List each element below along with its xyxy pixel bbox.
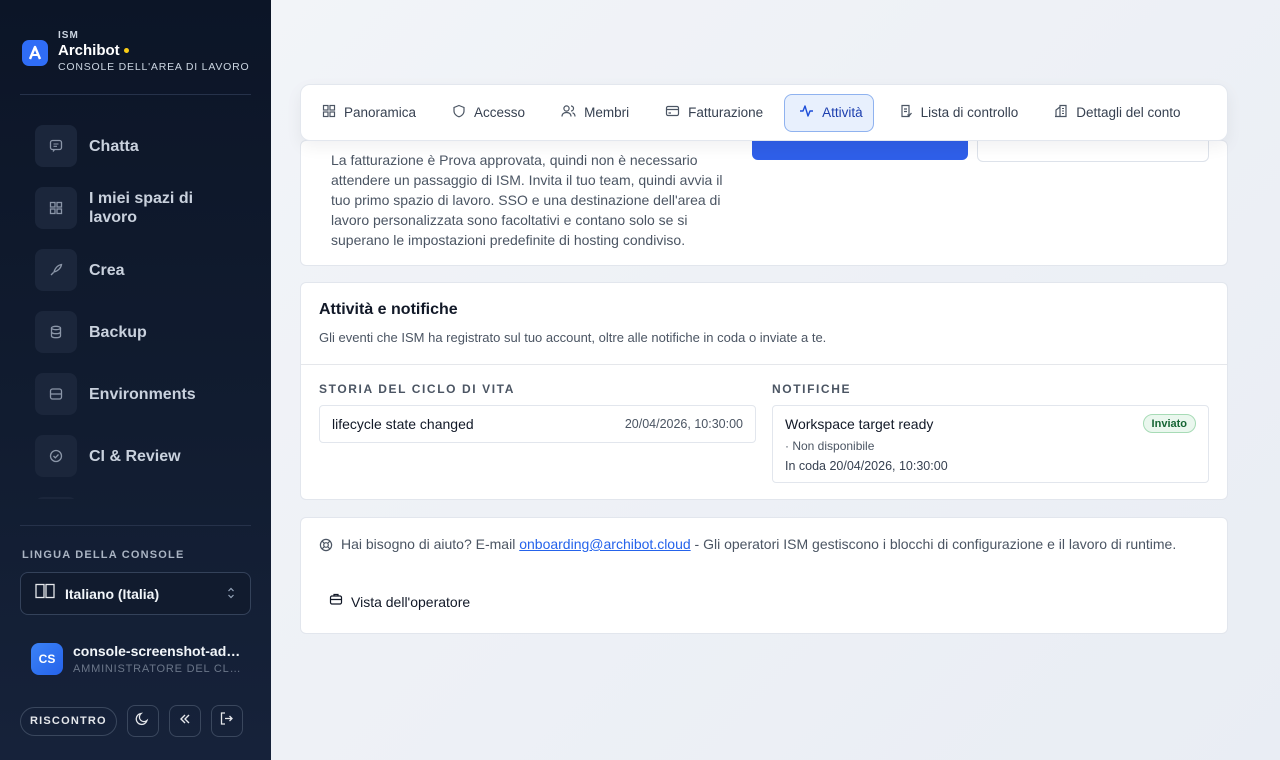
notifications-title: NOTIFICHE [772, 382, 852, 396]
credit-card-icon [665, 104, 680, 121]
help-message: Hai bisogno di aiuto? E-mail onboarding@… [319, 534, 1199, 557]
notification-status: · Non disponibile [785, 439, 875, 453]
divider [301, 364, 1227, 365]
brand[interactable]: ISM Archibot CONSOLE DELL'AREA DI LAVORO [22, 30, 249, 73]
primary-action-button[interactable] [752, 141, 968, 160]
avatar: CS [31, 643, 63, 675]
sidebar-nav: Chatta I miei spazi di lavoro Crea Backu… [20, 115, 251, 499]
lifecycle-title: STORIA DEL CICLO DI VITA [319, 382, 515, 396]
feedback-button[interactable]: RISCONTRO [20, 706, 117, 736]
billing-card: La fatturazione è Prova approvata, quind… [300, 140, 1228, 266]
sidebar-item-workspaces[interactable]: I miei spazi di lavoro [20, 177, 251, 239]
brand-org: ISM [58, 30, 79, 41]
logout-icon [219, 711, 234, 731]
grid-icon [322, 104, 336, 121]
building-icon [1054, 104, 1068, 121]
secondary-action-button[interactable] [977, 141, 1209, 162]
notification-item: Workspace target ready Inviato · Non dis… [772, 405, 1209, 483]
tab-label: Attività [822, 105, 863, 120]
sidebar: ISM Archibot CONSOLE DELL'AREA DI LAVORO… [0, 0, 271, 760]
chevrons-left-icon [178, 712, 192, 731]
lifecycle-event-date: 20/04/2026, 10:30:00 [624, 417, 743, 431]
language-title: LINGUA DELLA CONSOLE [22, 549, 185, 561]
briefcase-icon [329, 592, 343, 611]
theme-toggle-button[interactable] [126, 705, 159, 737]
user-profile[interactable]: CS console-screenshot-admin AMMINISTRATO… [31, 643, 241, 675]
book-icon [35, 583, 55, 604]
rocket-icon [35, 249, 77, 291]
sidebar-footer: RISCONTRO [20, 705, 243, 737]
grid-icon [35, 187, 77, 229]
help-card: Hai bisogno di aiuto? E-mail onboarding@… [300, 517, 1228, 634]
brand-name: Archibot [58, 42, 120, 59]
activity-icon [799, 104, 814, 121]
operator-view-label: Vista dell'operatore [351, 593, 471, 610]
operator-view-button[interactable]: Vista dell'operatore [329, 592, 470, 611]
logout-button[interactable] [210, 705, 243, 737]
sidebar-item-label: CI & Review [89, 447, 181, 465]
sidebar-item-label: Backup [89, 323, 147, 341]
tab-dettagli-del-conto[interactable]: Dettagli del conto [1039, 94, 1191, 132]
users-icon [561, 104, 576, 121]
tab-label: Accesso [474, 105, 526, 120]
activity-subtitle: Gli eventi che ISM ha registrato sul tuo… [319, 330, 827, 345]
tab-label: Panoramica [344, 105, 417, 120]
activity-card: Attività e notifiche Gli eventi che ISM … [300, 282, 1228, 500]
moon-icon [135, 711, 150, 731]
tab-fatturazione[interactable]: Fatturazione [650, 94, 774, 132]
sidebar-item-crea[interactable]: Crea [20, 239, 251, 301]
sidebar-item-backup[interactable]: Backup [20, 301, 251, 363]
more-icon [35, 497, 77, 499]
brand-subtitle: CONSOLE DELL'AREA DI LAVORO [58, 61, 250, 73]
notification-title: Workspace target ready [785, 416, 934, 432]
sidebar-item-ci-review[interactable]: CI & Review [20, 425, 251, 487]
tab-lista-di-controllo[interactable]: Lista di controllo [884, 94, 1030, 132]
sidebar-item-chatta[interactable]: Chatta [20, 115, 251, 177]
sidebar-item-label: Chatta [89, 137, 139, 155]
sidebar-item-more[interactable] [20, 487, 251, 499]
chevron-up-down-icon [226, 586, 236, 605]
tab-accesso[interactable]: Accesso [437, 94, 536, 132]
sidebar-item-label: Environments [89, 385, 196, 403]
sidebar-item-label: I miei spazi di lavoro [89, 190, 194, 226]
tab-label: Lista di controllo [920, 105, 1019, 120]
server-icon [35, 373, 77, 415]
account-tabs: Panoramica Accesso Membri Fatturazione A… [300, 84, 1228, 141]
tab-label: Fatturazione [688, 105, 764, 120]
status-badge: Inviato [1142, 414, 1196, 433]
chat-icon [35, 125, 77, 167]
lifecycle-event: lifecycle state changed [332, 416, 474, 432]
lifecycle-event-row: lifecycle state changed 20/04/2026, 10:3… [319, 405, 756, 443]
support-email-link[interactable]: onboarding@archibot.cloud [519, 536, 690, 552]
tab-attivita[interactable]: Attività [784, 93, 874, 132]
sidebar-item-label: Crea [89, 261, 125, 279]
check-circle-icon [35, 435, 77, 477]
archibot-logo-icon [22, 40, 48, 66]
lifebuoy-icon [319, 538, 333, 557]
help-suffix: - Gli operatori ISM gestiscono i blocchi… [690, 536, 1177, 552]
shield-icon [452, 104, 466, 121]
user-name: console-screenshot-admin [73, 643, 241, 659]
activity-title: Attività e notifiche [319, 301, 458, 318]
divider [20, 94, 251, 95]
tab-label: Membri [584, 105, 630, 120]
billing-status-text: La fatturazione è Prova approvata, quind… [331, 152, 723, 248]
tab-label: Dettagli del conto [1076, 105, 1181, 120]
help-prefix: Hai bisogno di aiuto? E-mail [341, 536, 516, 552]
collapse-sidebar-button[interactable] [168, 705, 201, 737]
status-dot [123, 48, 129, 53]
notification-queued: In coda 20/04/2026, 10:30:00 [785, 459, 948, 473]
checklist-icon [899, 104, 913, 121]
tab-membri[interactable]: Membri [546, 94, 640, 132]
database-icon [35, 311, 77, 353]
tab-panoramica[interactable]: Panoramica [307, 94, 427, 132]
sidebar-item-environments[interactable]: Environments [20, 363, 251, 425]
language-value: Italiano (Italia) [65, 585, 160, 602]
user-role: AMMINISTRATORE DEL CLIENTE [73, 663, 241, 675]
divider [20, 525, 251, 526]
language-select[interactable]: Italiano (Italia) [20, 572, 251, 615]
